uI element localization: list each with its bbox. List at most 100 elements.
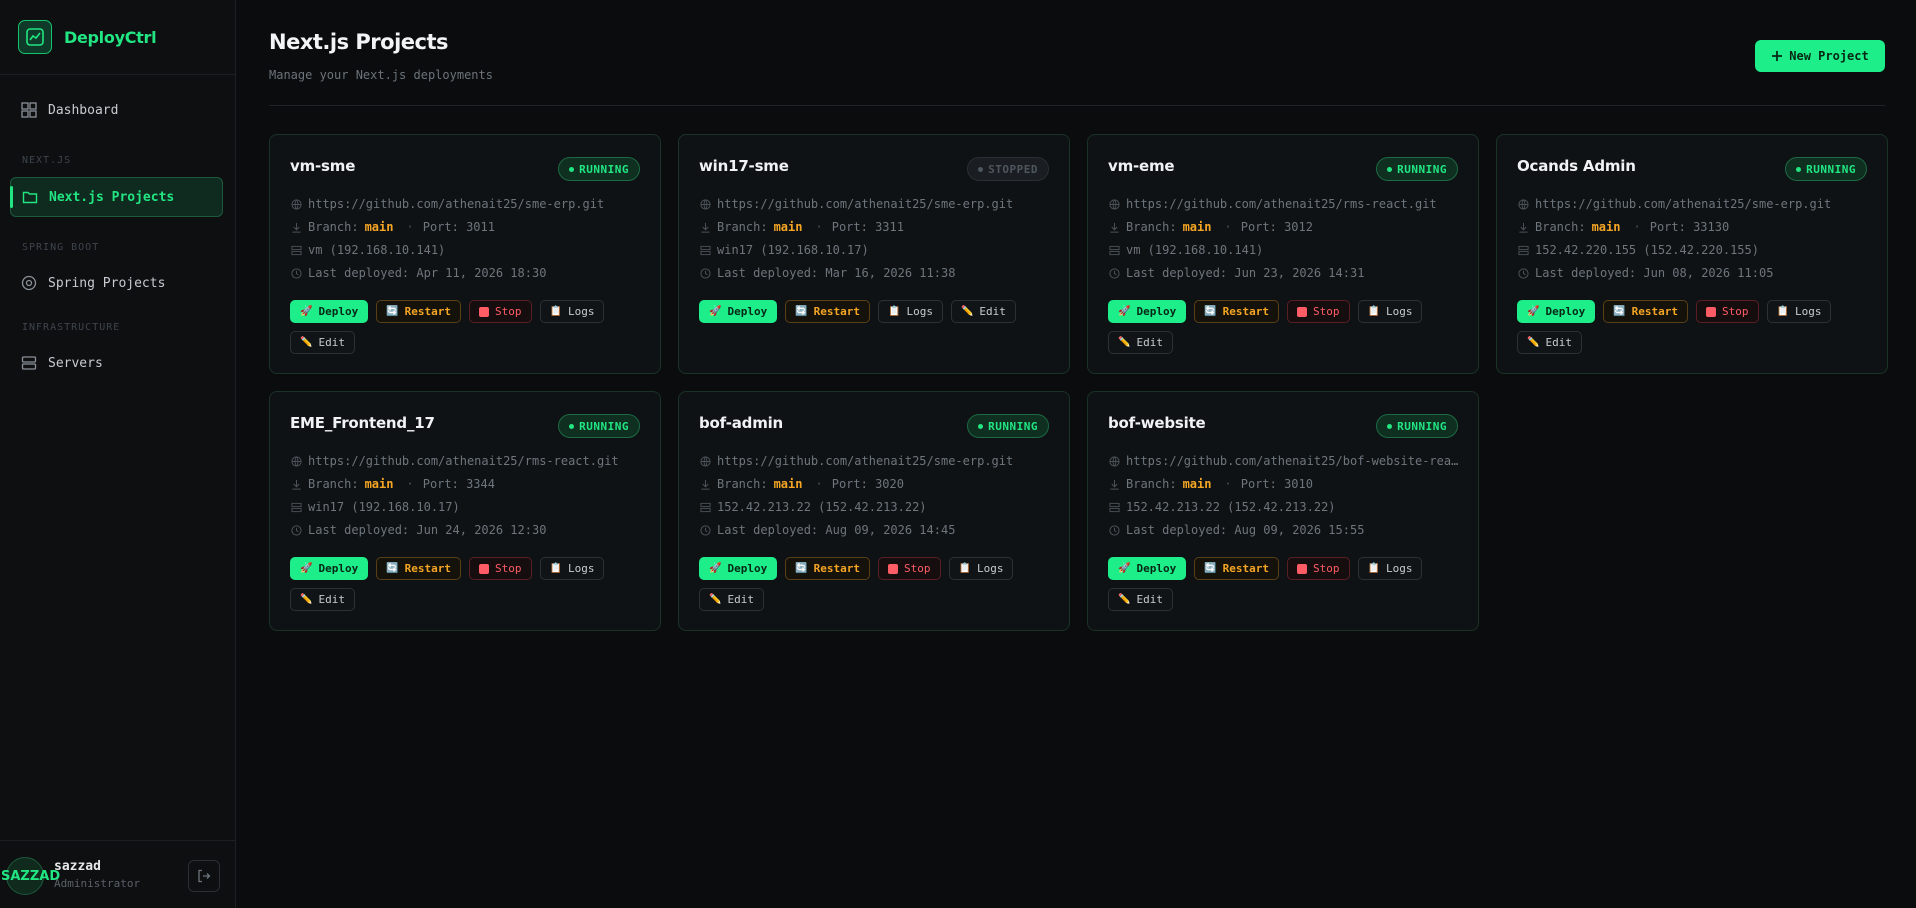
project-card: vm-sme RUNNING https://github.com/athena… <box>269 134 661 374</box>
deploy-button[interactable]: 🚀 Deploy <box>290 300 369 323</box>
port-value: 3020 <box>875 477 904 491</box>
brand[interactable]: DeployCtrl <box>0 0 235 75</box>
repo-url[interactable]: https://github.com/athenait25/sme-erp.gi… <box>699 197 1013 211</box>
clock-icon <box>1108 267 1120 279</box>
stop-button[interactable]: Stop <box>1696 300 1759 323</box>
new-project-button[interactable]: New Project <box>1755 40 1885 72</box>
restart-button[interactable]: 🔄 Restart <box>376 557 462 580</box>
download-icon <box>699 478 711 490</box>
logout-button[interactable] <box>188 860 220 892</box>
logs-button[interactable]: 📋 Logs <box>948 557 1014 580</box>
deploy-button[interactable]: 🚀 Deploy <box>1108 557 1187 580</box>
last-deployed-row: Last deployed: Jun 23, 2026 14:31 <box>1108 266 1364 280</box>
last-deployed-row: Last deployed: Aug 09, 2026 14:45 <box>699 523 955 537</box>
restart-button[interactable]: 🔄 Restart <box>376 300 462 323</box>
restart-label: Restart <box>813 305 861 318</box>
deploy-label: Deploy <box>1136 305 1177 318</box>
branch-name: main <box>1591 220 1621 234</box>
logout-icon <box>198 869 211 883</box>
stop-label: Stop <box>495 305 522 318</box>
edit-button[interactable]: ✏️ Edit <box>1108 588 1173 611</box>
stop-button[interactable]: Stop <box>469 557 532 580</box>
page-title: Next.js Projects <box>269 30 449 54</box>
logs-button[interactable]: 📋 Logs <box>1357 557 1423 580</box>
main-content: Next.js Projects Manage your Next.js dep… <box>236 0 1916 908</box>
edit-button[interactable]: ✏️ Edit <box>1517 331 1582 354</box>
branch-port-row: Branch: main · Port: 33130 <box>1517 220 1729 234</box>
deploy-button[interactable]: 🚀 Deploy <box>699 300 778 323</box>
repo-url[interactable]: https://github.com/athenait25/sme-erp.gi… <box>699 454 1013 468</box>
deploy-button[interactable]: 🚀 Deploy <box>290 557 369 580</box>
action-buttons: 🚀 Deploy 🔄 Restart Stop 📋 Logs ✏️ Edit <box>290 557 642 611</box>
deploy-button[interactable]: 🚀 Deploy <box>1108 300 1187 323</box>
sidebar-item-spring-projects[interactable]: Spring Projects <box>10 263 223 303</box>
deploy-label: Deploy <box>727 305 768 318</box>
logs-icon: 📋 <box>1367 306 1380 317</box>
sidebar-item-nextjs-projects[interactable]: Next.js Projects <box>10 177 223 217</box>
repo-url[interactable]: https://github.com/athenait25/sme-erp.gi… <box>1517 197 1831 211</box>
restart-button[interactable]: 🔄 Restart <box>1194 557 1280 580</box>
logs-button[interactable]: 📋 Logs <box>1357 300 1423 323</box>
logs-button[interactable]: 📋 Logs <box>539 557 605 580</box>
restart-button[interactable]: 🔄 Restart <box>1603 300 1689 323</box>
project-name: EME_Frontend_17 <box>290 414 435 432</box>
logs-button[interactable]: 📋 Logs <box>1766 300 1832 323</box>
stop-label: Stop <box>1722 305 1749 318</box>
repo-url[interactable]: https://github.com/athenait25/sme-erp.gi… <box>290 197 604 211</box>
port-value: 3311 <box>875 220 904 234</box>
deploy-icon: 🚀 <box>300 306 313 317</box>
edit-label: Edit <box>1136 336 1163 349</box>
repo-url[interactable]: https://github.com/athenait25/rms-react.… <box>1108 197 1437 211</box>
logs-label: Logs <box>1385 305 1413 318</box>
edit-button[interactable]: ✏️ Edit <box>290 588 355 611</box>
restart-button[interactable]: 🔄 Restart <box>1194 300 1280 323</box>
stop-button[interactable]: Stop <box>469 300 532 323</box>
restart-icon: 🔄 <box>795 563 808 574</box>
restart-label: Restart <box>1631 305 1679 318</box>
deploy-button[interactable]: 🚀 Deploy <box>1517 300 1596 323</box>
deploy-icon: 🚀 <box>300 563 313 574</box>
status-dot-icon <box>569 423 575 429</box>
deploy-icon: 🚀 <box>1118 563 1131 574</box>
edit-label: Edit <box>1545 336 1572 349</box>
server-row: 152.42.213.22 (152.42.213.22) <box>1108 500 1336 514</box>
deploy-icon: 🚀 <box>709 306 722 317</box>
edit-button[interactable]: ✏️ Edit <box>290 331 355 354</box>
globe-icon <box>1517 198 1529 210</box>
status-dot-icon <box>1796 166 1802 172</box>
edit-button[interactable]: ✏️ Edit <box>950 300 1016 323</box>
server-icon <box>699 244 711 256</box>
server-icon <box>290 244 302 256</box>
logs-button[interactable]: 📋 Logs <box>878 300 943 323</box>
restart-button[interactable]: 🔄 Restart <box>785 300 871 323</box>
sidebar-item-dashboard[interactable]: Dashboard <box>10 90 223 130</box>
stop-label: Stop <box>1313 562 1340 575</box>
stop-button[interactable]: Stop <box>878 557 941 580</box>
repo-url[interactable]: https://github.com/athenait25/bof-websit… <box>1108 454 1458 468</box>
server-icon <box>290 501 302 513</box>
logs-label: Logs <box>1385 562 1413 575</box>
edit-button[interactable]: ✏️ Edit <box>699 588 764 611</box>
edit-button[interactable]: ✏️ Edit <box>1108 331 1173 354</box>
deploy-button[interactable]: 🚀 Deploy <box>699 557 778 580</box>
port-value: 3344 <box>466 477 495 491</box>
stop-icon <box>479 306 490 317</box>
restart-button[interactable]: 🔄 Restart <box>785 557 871 580</box>
user-name: sazzad <box>54 859 101 874</box>
restart-label: Restart <box>1222 562 1270 575</box>
logs-label: Logs <box>567 305 595 318</box>
user-role: Administrator <box>54 877 141 890</box>
status-badge: RUNNING <box>967 414 1049 438</box>
stop-button[interactable]: Stop <box>1287 557 1350 580</box>
logs-button[interactable]: 📋 Logs <box>539 300 605 323</box>
sidebar-item-servers[interactable]: Servers <box>10 343 223 383</box>
repo-url[interactable]: https://github.com/athenait25/rms-react.… <box>290 454 619 468</box>
edit-label: Edit <box>979 305 1006 318</box>
download-icon <box>1517 221 1529 233</box>
action-buttons: 🚀 Deploy 🔄 Restart Stop 📋 Logs ✏️ Edit <box>1517 300 1869 354</box>
globe-icon <box>290 198 302 210</box>
edit-icon: ✏️ <box>709 594 722 605</box>
edit-label: Edit <box>318 336 345 349</box>
section-label-nextjs: NEXT.JS <box>22 155 72 166</box>
stop-button[interactable]: Stop <box>1287 300 1350 323</box>
